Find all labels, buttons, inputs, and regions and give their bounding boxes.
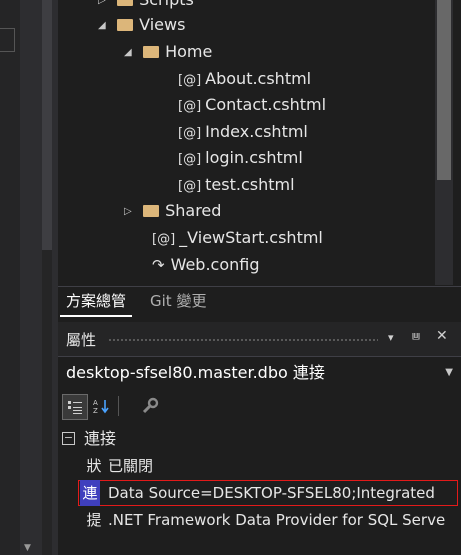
razor-file-icon: [@] — [178, 73, 202, 88]
chevron-right-icon[interactable]: ▷ — [124, 199, 138, 225]
property-row-state[interactable]: 狀 已關閉 — [58, 453, 461, 479]
folder-icon — [143, 204, 160, 217]
tree-item-about[interactable]: [@] About.cshtml — [178, 66, 311, 92]
left-panel-strip: ▼ — [0, 0, 60, 555]
solution-explorer: ▷ Scripts ◢ Views ◢ Home [@]About.cshtml… — [58, 0, 461, 318]
tree-item-webconfig[interactable]: ↷ Web.config — [152, 252, 260, 278]
property-value: 已關閉 — [108, 457, 154, 475]
tree-item-contact[interactable]: [@] Contact.cshtml — [178, 92, 326, 118]
svg-text:A: A — [93, 399, 98, 407]
razor-file-icon: [@] — [178, 179, 202, 194]
property-value[interactable]: Data Source=DESKTOP-SFSEL80;Integrated — [108, 480, 435, 506]
toolbar-separator — [118, 396, 119, 416]
razor-file-icon: [@] — [178, 99, 202, 114]
bottom-tab-bar: 方案總管 Git 變更 — [58, 286, 461, 317]
chevron-down-icon[interactable]: ◢ — [98, 13, 112, 39]
solution-scrollbar-thumb[interactable] — [437, 0, 451, 180]
drag-grip[interactable] — [108, 338, 378, 342]
razor-file-icon: [@] — [152, 232, 176, 247]
pin-icon[interactable]: ⩏ — [412, 328, 420, 344]
property-value: .NET Framework Data Provider for SQL Ser… — [108, 511, 446, 529]
chevron-down-icon[interactable]: ▼ — [445, 357, 453, 389]
properties-toolbar: AZ — [58, 390, 461, 422]
solution-scrollbar[interactable] — [435, 0, 453, 285]
collapse-icon[interactable]: − — [62, 432, 75, 445]
close-icon[interactable]: ✕ — [436, 328, 448, 344]
property-key: 狀 — [86, 457, 102, 475]
category-connection[interactable]: − 連接 — [58, 426, 461, 452]
property-key: 連 — [80, 480, 100, 506]
properties-title: 屬性 — [66, 331, 97, 349]
left-scrollbar[interactable] — [20, 0, 60, 555]
tree-item-login[interactable]: [@] login.cshtml — [178, 145, 303, 171]
categorized-view-icon[interactable] — [62, 394, 88, 420]
tree-item-views[interactable]: ◢ Views — [98, 12, 185, 38]
tree-item-shared[interactable]: ▷ Shared — [124, 198, 221, 224]
properties-panel: 屬性 ▾ ⩏ ✕ desktop-sfsel80.master.dbo 連接 ▼… — [58, 322, 461, 555]
property-row-provider[interactable]: 提 .NET Framework Data Provider for SQL S… — [58, 507, 461, 533]
chevron-down-icon[interactable]: ◢ — [124, 40, 138, 66]
window-menu-icon[interactable]: ▾ — [388, 331, 394, 344]
folder-icon — [117, 0, 134, 6]
category-label: 連接 — [84, 429, 117, 448]
razor-file-icon: [@] — [178, 126, 202, 141]
folder-icon — [117, 18, 134, 31]
property-key: 提 — [86, 511, 102, 529]
folder-icon — [143, 45, 160, 58]
svg-text:Z: Z — [93, 407, 98, 414]
panel-notch — [0, 28, 15, 52]
object-selector-value: desktop-sfsel80.master.dbo 連接 — [66, 363, 325, 382]
tree-item-home[interactable]: ◢ Home — [124, 39, 212, 65]
tab-solution-explorer[interactable]: 方案總管 — [60, 287, 133, 317]
scroll-down-icon[interactable]: ▼ — [24, 543, 31, 553]
object-selector[interactable]: desktop-sfsel80.master.dbo 連接 ▼ — [58, 357, 461, 389]
tree-item-viewstart[interactable]: [@] _ViewStart.cshtml — [152, 225, 323, 251]
property-row-connection-string[interactable]: 連 Data Source=DESKTOP-SFSEL80;Integrated — [78, 480, 458, 506]
alphabetical-sort-icon[interactable]: AZ — [90, 394, 114, 418]
property-pages-wrench-icon[interactable] — [138, 394, 162, 418]
config-file-icon: ↷ — [152, 256, 165, 274]
tree-item-index[interactable]: [@] Index.cshtml — [178, 119, 308, 145]
tree-item-test[interactable]: [@] test.cshtml — [178, 172, 295, 198]
razor-file-icon: [@] — [178, 152, 202, 167]
tab-git-changes[interactable]: Git 變更 — [144, 287, 212, 315]
properties-title-bar: 屬性 ▾ ⩏ ✕ — [58, 322, 461, 357]
